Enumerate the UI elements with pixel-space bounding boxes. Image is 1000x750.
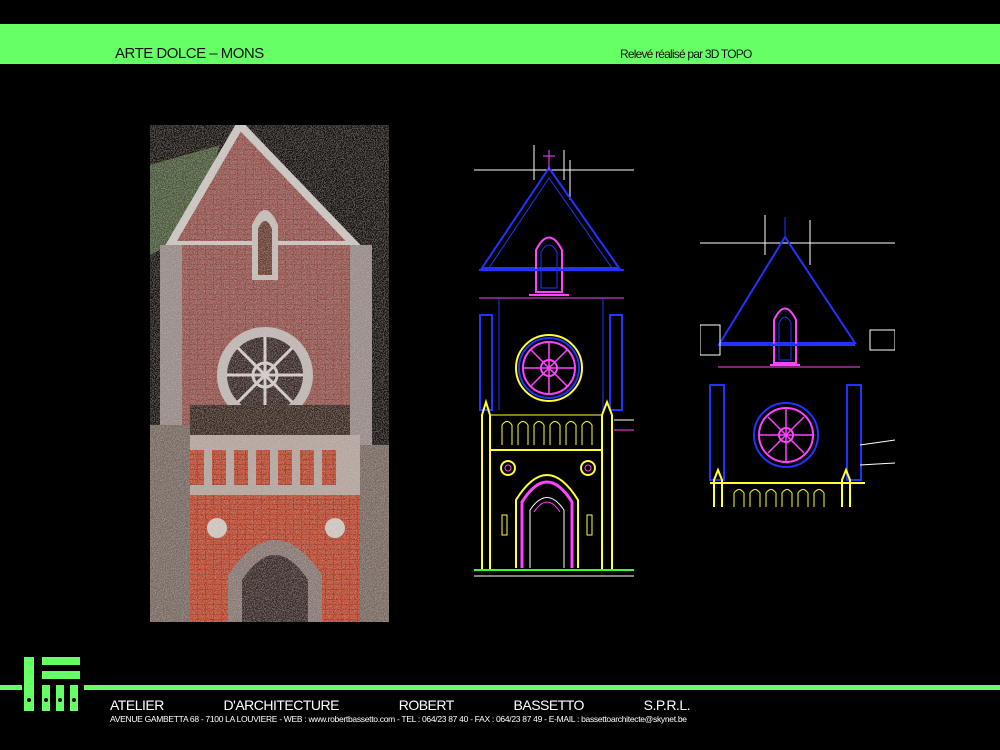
atelier-logo xyxy=(24,657,80,711)
cad-elevation-main-drawing xyxy=(474,145,634,577)
survey-credit: Relevé réalisé par 3D TOPO xyxy=(620,47,752,61)
cad-elevation-side-drawing xyxy=(700,215,895,507)
firm-name-word: S.P.R.L. xyxy=(643,697,691,713)
firm-name-word: ATELIER xyxy=(110,697,164,713)
firm-name-word: D'ARCHITECTURE xyxy=(223,697,340,713)
page-title: ARTE DOLCE – MONS xyxy=(115,45,264,62)
firm-name-word: ROBERT xyxy=(398,697,455,713)
firm-contact-address: AVENUE GAMBETTA 68 - 7100 LA LOUVIERE - … xyxy=(110,714,687,724)
facade-point-cloud-image xyxy=(150,125,389,622)
footer-divider-left xyxy=(0,685,22,690)
footer-divider xyxy=(84,685,1000,690)
firm-name: ATELIER D'ARCHITECTURE ROBERT BASSETTO S… xyxy=(110,697,691,713)
firm-name-word: BASSETTO xyxy=(513,697,585,713)
